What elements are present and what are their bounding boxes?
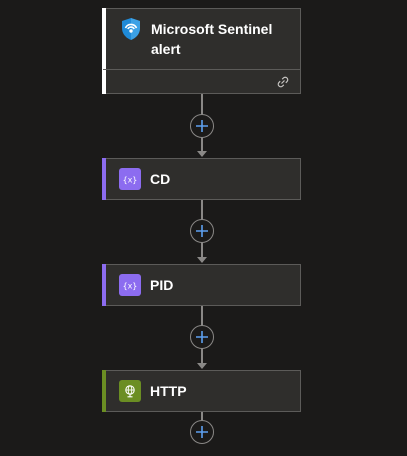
globe-icon [119, 380, 141, 402]
trigger-card-header[interactable]: Microsoft Sentinel alert [103, 9, 300, 69]
plus-icon [196, 120, 208, 132]
step-card-http[interactable]: HTTP [102, 370, 301, 412]
trigger-title: Microsoft Sentinel alert [151, 21, 273, 57]
step-label: PID [150, 277, 174, 293]
add-step-button[interactable] [190, 420, 214, 444]
logic-app-designer-canvas: Microsoft Sentinel alert {x} CD {x} PID … [0, 0, 407, 456]
variable-icon: {x} [119, 168, 141, 190]
step-accent-stripe [102, 158, 106, 200]
step-label: HTTP [150, 383, 187, 399]
add-step-button[interactable] [190, 114, 214, 138]
add-step-button[interactable] [190, 325, 214, 349]
plus-icon [196, 426, 208, 438]
trigger-card-footer [103, 69, 300, 93]
connector-arrow [197, 151, 207, 157]
connector-arrow [197, 257, 207, 263]
sentinel-shield-icon [122, 18, 140, 40]
plus-icon [196, 225, 208, 237]
step-accent-stripe [102, 264, 106, 306]
plus-icon [196, 331, 208, 343]
step-label: CD [150, 171, 171, 187]
step-card-pid[interactable]: {x} PID [102, 264, 301, 306]
svg-text:{x}: {x} [123, 282, 137, 291]
connector-arrow [197, 363, 207, 369]
add-step-button[interactable] [190, 219, 214, 243]
trigger-card-sentinel-alert[interactable]: Microsoft Sentinel alert [102, 8, 301, 94]
link-icon[interactable] [276, 75, 290, 89]
svg-text:{x}: {x} [123, 176, 137, 185]
step-accent-stripe [102, 370, 106, 412]
variable-icon: {x} [119, 274, 141, 296]
step-card-cd[interactable]: {x} CD [102, 158, 301, 200]
